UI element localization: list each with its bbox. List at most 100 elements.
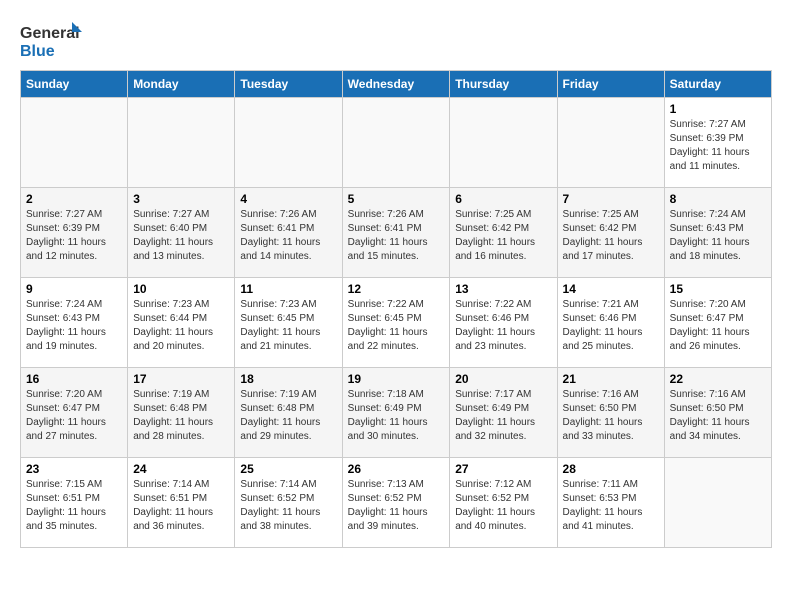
calendar-week-1: 1 Sunrise: 7:27 AM Sunset: 6:39 PM Daylig…: [21, 98, 772, 188]
calendar-cell: 15 Sunrise: 7:20 AM Sunset: 6:47 PM Dayli…: [664, 278, 771, 368]
day-number: 28: [563, 462, 659, 476]
day-info: Sunrise: 7:14 AM Sunset: 6:52 PM Dayligh…: [240, 478, 336, 534]
day-number: 7: [563, 192, 659, 206]
day-info: Sunrise: 7:27 AM Sunset: 6:39 PM Dayligh…: [26, 208, 122, 264]
day-info: Sunrise: 7:27 AM Sunset: 6:40 PM Dayligh…: [133, 208, 229, 264]
day-info: Sunrise: 7:11 AM Sunset: 6:53 PM Dayligh…: [563, 478, 659, 534]
day-number: 14: [563, 282, 659, 296]
day-info: Sunrise: 7:24 AM Sunset: 6:43 PM Dayligh…: [670, 208, 766, 264]
calendar-cell: 7 Sunrise: 7:25 AM Sunset: 6:42 PM Daylig…: [557, 188, 664, 278]
day-number: 20: [455, 372, 551, 386]
calendar-cell: 1 Sunrise: 7:27 AM Sunset: 6:39 PM Daylig…: [664, 98, 771, 188]
day-info: Sunrise: 7:20 AM Sunset: 6:47 PM Dayligh…: [26, 388, 122, 444]
day-info: Sunrise: 7:19 AM Sunset: 6:48 PM Dayligh…: [133, 388, 229, 444]
calendar-cell: 11Sunrise: 7:23 AM Sunset: 6:45 PM Dayli…: [235, 278, 342, 368]
day-info: Sunrise: 7:16 AM Sunset: 6:50 PM Dayligh…: [563, 388, 659, 444]
calendar-cell: [128, 98, 235, 188]
calendar-cell: [557, 98, 664, 188]
logo: GeneralBlue: [20, 20, 90, 60]
day-number: 17: [133, 372, 229, 386]
calendar-cell: 13Sunrise: 7:22 AM Sunset: 6:46 PM Dayli…: [450, 278, 557, 368]
day-number: 1: [670, 102, 766, 116]
calendar-week-5: 23Sunrise: 7:15 AM Sunset: 6:51 PM Dayli…: [21, 458, 772, 548]
calendar-cell: 22 Sunrise: 7:16 AM Sunset: 6:50 PM Dayli…: [664, 368, 771, 458]
day-info: Sunrise: 7:19 AM Sunset: 6:48 PM Dayligh…: [240, 388, 336, 444]
day-info: Sunrise: 7:13 AM Sunset: 6:52 PM Dayligh…: [348, 478, 445, 534]
calendar-cell: 27 Sunrise: 7:12 AM Sunset: 6:52 PM Dayli…: [450, 458, 557, 548]
calendar-header-row: SundayMondayTuesdayWednesdayThursdayFrid…: [21, 71, 772, 98]
calendar-cell: 21 Sunrise: 7:16 AM Sunset: 6:50 PM Dayli…: [557, 368, 664, 458]
col-header-wednesday: Wednesday: [342, 71, 450, 98]
day-info: Sunrise: 7:20 AM Sunset: 6:47 PM Dayligh…: [670, 298, 766, 354]
day-number: 22: [670, 372, 766, 386]
day-info: Sunrise: 7:27 AM Sunset: 6:39 PM Dayligh…: [670, 118, 766, 174]
calendar-cell: 6 Sunrise: 7:25 AM Sunset: 6:42 PM Daylig…: [450, 188, 557, 278]
day-info: Sunrise: 7:25 AM Sunset: 6:42 PM Dayligh…: [563, 208, 659, 264]
day-info: Sunrise: 7:26 AM Sunset: 6:41 PM Dayligh…: [348, 208, 445, 264]
svg-text:General: General: [20, 25, 80, 42]
col-header-tuesday: Tuesday: [235, 71, 342, 98]
calendar-cell: [664, 458, 771, 548]
calendar-cell: 14 Sunrise: 7:21 AM Sunset: 6:46 PM Dayli…: [557, 278, 664, 368]
calendar-cell: 3Sunrise: 7:27 AM Sunset: 6:40 PM Daylig…: [128, 188, 235, 278]
calendar-cell: [342, 98, 450, 188]
calendar-cell: 24Sunrise: 7:14 AM Sunset: 6:51 PM Dayli…: [128, 458, 235, 548]
calendar-cell: [235, 98, 342, 188]
day-info: Sunrise: 7:25 AM Sunset: 6:42 PM Dayligh…: [455, 208, 551, 264]
day-number: 16: [26, 372, 122, 386]
day-number: 4: [240, 192, 336, 206]
day-info: Sunrise: 7:23 AM Sunset: 6:44 PM Dayligh…: [133, 298, 229, 354]
day-info: Sunrise: 7:24 AM Sunset: 6:43 PM Dayligh…: [26, 298, 122, 354]
calendar-cell: 20 Sunrise: 7:17 AM Sunset: 6:49 PM Dayli…: [450, 368, 557, 458]
col-header-thursday: Thursday: [450, 71, 557, 98]
day-number: 9: [26, 282, 122, 296]
day-number: 12: [348, 282, 445, 296]
day-number: 19: [348, 372, 445, 386]
day-number: 21: [563, 372, 659, 386]
calendar-cell: 5 Sunrise: 7:26 AM Sunset: 6:41 PM Daylig…: [342, 188, 450, 278]
day-number: 15: [670, 282, 766, 296]
day-number: 18: [240, 372, 336, 386]
calendar-cell: 28 Sunrise: 7:11 AM Sunset: 6:53 PM Dayli…: [557, 458, 664, 548]
day-info: Sunrise: 7:23 AM Sunset: 6:45 PM Dayligh…: [240, 298, 336, 354]
col-header-friday: Friday: [557, 71, 664, 98]
col-header-sunday: Sunday: [21, 71, 128, 98]
day-number: 25: [240, 462, 336, 476]
day-info: Sunrise: 7:16 AM Sunset: 6:50 PM Dayligh…: [670, 388, 766, 444]
day-info: Sunrise: 7:17 AM Sunset: 6:49 PM Dayligh…: [455, 388, 551, 444]
calendar-cell: 19 Sunrise: 7:18 AM Sunset: 6:49 PM Dayli…: [342, 368, 450, 458]
calendar-table: SundayMondayTuesdayWednesdayThursdayFrid…: [20, 70, 772, 548]
day-number: 5: [348, 192, 445, 206]
day-number: 24: [133, 462, 229, 476]
calendar-cell: [450, 98, 557, 188]
svg-text:Blue: Blue: [20, 43, 55, 60]
day-info: Sunrise: 7:12 AM Sunset: 6:52 PM Dayligh…: [455, 478, 551, 534]
day-info: Sunrise: 7:15 AM Sunset: 6:51 PM Dayligh…: [26, 478, 122, 534]
day-info: Sunrise: 7:18 AM Sunset: 6:49 PM Dayligh…: [348, 388, 445, 444]
day-number: 26: [348, 462, 445, 476]
calendar-cell: [21, 98, 128, 188]
calendar-week-4: 16 Sunrise: 7:20 AM Sunset: 6:47 PM Dayli…: [21, 368, 772, 458]
col-header-monday: Monday: [128, 71, 235, 98]
day-info: Sunrise: 7:21 AM Sunset: 6:46 PM Dayligh…: [563, 298, 659, 354]
calendar-cell: 10 Sunrise: 7:23 AM Sunset: 6:44 PM Dayli…: [128, 278, 235, 368]
day-number: 2: [26, 192, 122, 206]
calendar-cell: 17 Sunrise: 7:19 AM Sunset: 6:48 PM Dayli…: [128, 368, 235, 458]
calendar-cell: 8 Sunrise: 7:24 AM Sunset: 6:43 PM Daylig…: [664, 188, 771, 278]
day-number: 10: [133, 282, 229, 296]
day-info: Sunrise: 7:22 AM Sunset: 6:45 PM Dayligh…: [348, 298, 445, 354]
page-header: GeneralBlue: [20, 20, 772, 60]
calendar-cell: 4 Sunrise: 7:26 AM Sunset: 6:41 PM Daylig…: [235, 188, 342, 278]
day-info: Sunrise: 7:26 AM Sunset: 6:41 PM Dayligh…: [240, 208, 336, 264]
calendar-cell: 26 Sunrise: 7:13 AM Sunset: 6:52 PM Dayli…: [342, 458, 450, 548]
day-number: 8: [670, 192, 766, 206]
day-number: 6: [455, 192, 551, 206]
col-header-saturday: Saturday: [664, 71, 771, 98]
calendar-cell: 25 Sunrise: 7:14 AM Sunset: 6:52 PM Dayli…: [235, 458, 342, 548]
day-number: 27: [455, 462, 551, 476]
calendar-cell: 9 Sunrise: 7:24 AM Sunset: 6:43 PM Daylig…: [21, 278, 128, 368]
calendar-cell: 2 Sunrise: 7:27 AM Sunset: 6:39 PM Daylig…: [21, 188, 128, 278]
calendar-week-2: 2 Sunrise: 7:27 AM Sunset: 6:39 PM Daylig…: [21, 188, 772, 278]
calendar-week-3: 9 Sunrise: 7:24 AM Sunset: 6:43 PM Daylig…: [21, 278, 772, 368]
calendar-cell: 18 Sunrise: 7:19 AM Sunset: 6:48 PM Dayli…: [235, 368, 342, 458]
